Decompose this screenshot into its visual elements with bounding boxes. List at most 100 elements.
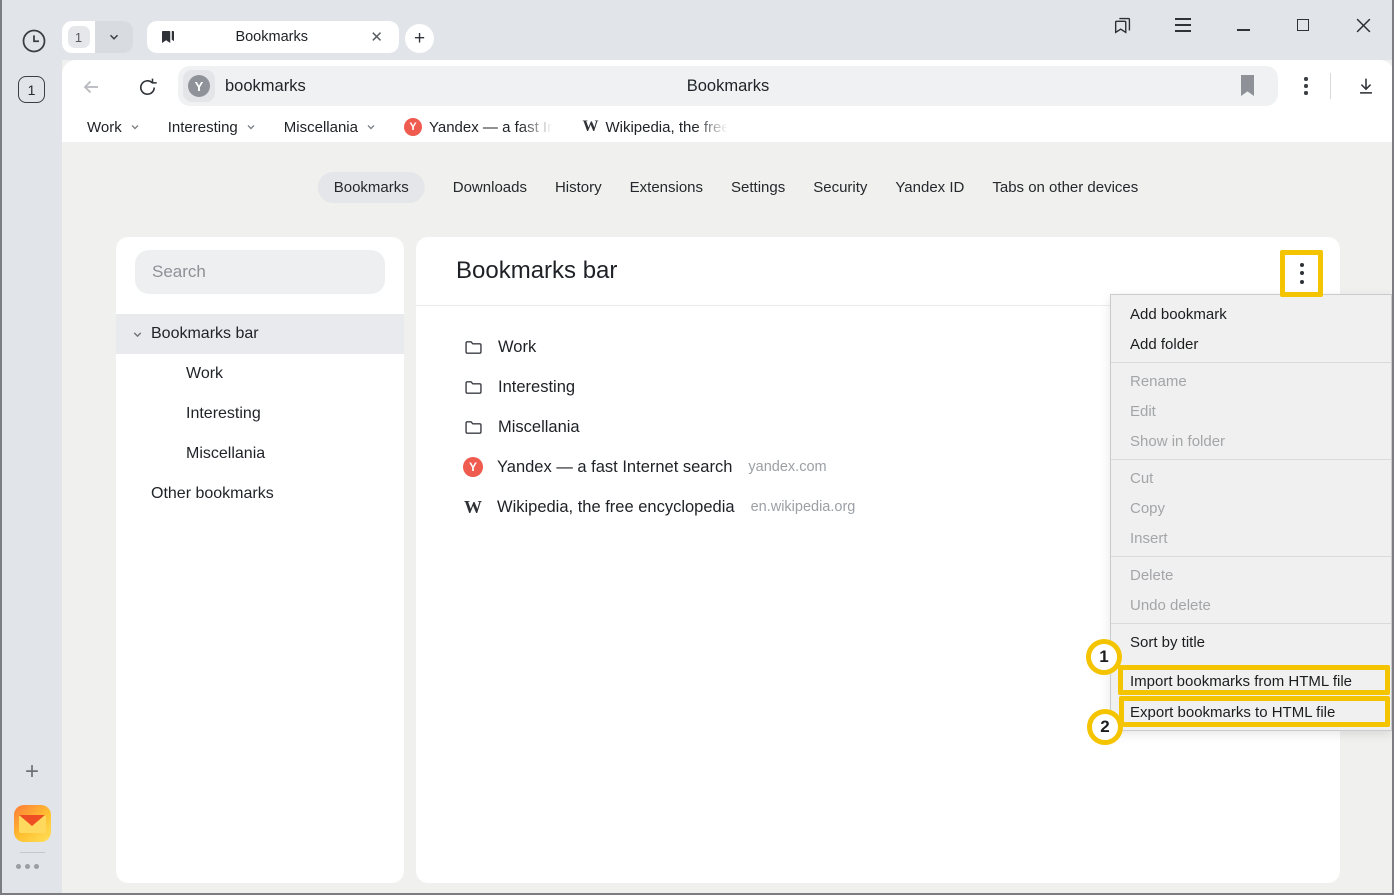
reload-icon[interactable]	[134, 74, 160, 100]
bookmark-label: Yandex — a fast Internet search	[497, 458, 732, 477]
favbar-folder-miscellania[interactable]: Miscellania	[284, 119, 377, 136]
tree-item-work[interactable]: Work	[116, 354, 404, 394]
favbar-label: Work	[87, 119, 122, 136]
tab-group-count: 1	[68, 26, 90, 48]
panel-kebab-icon[interactable]	[1288, 256, 1316, 290]
yandex-favicon: Y	[404, 118, 422, 136]
page-title: Bookmarks	[178, 77, 1278, 96]
site-icon: Y	[183, 70, 215, 102]
annotation-step-2: 2	[1087, 709, 1123, 745]
tab-yandex-id[interactable]: Yandex ID	[895, 179, 964, 196]
bookmark-flag-icon[interactable]	[1239, 75, 1256, 96]
rail-add-icon[interactable]: +	[19, 759, 45, 785]
rail-divider	[20, 852, 45, 853]
tab-history[interactable]: History	[555, 179, 602, 196]
tab-bookmarks[interactable]: Bookmarks	[318, 172, 425, 203]
menu-item-add-folder[interactable]: Add folder	[1111, 329, 1391, 359]
download-icon[interactable]	[1352, 72, 1380, 100]
address-bar[interactable]: Y bookmarks Bookmarks	[178, 66, 1278, 106]
side-rail: 1 +	[2, 60, 62, 893]
tab-settings[interactable]: Settings	[731, 179, 785, 196]
tree-item-other-bookmarks[interactable]: Other bookmarks	[116, 474, 404, 514]
tab-close-icon[interactable]: ✕	[366, 28, 387, 47]
menu-separator	[1111, 459, 1391, 460]
toolbar: Y bookmarks Bookmarks	[62, 60, 1394, 112]
menu-item-rename: Rename	[1111, 366, 1391, 396]
browser-tab-bookmarks[interactable]: Bookmarks ✕	[147, 21, 399, 53]
chevron-down-icon	[245, 121, 257, 133]
favbar-folder-interesting[interactable]: Interesting	[168, 119, 257, 136]
annotation-step-1: 1	[1086, 639, 1122, 675]
menu-item-add-bookmark[interactable]: Add bookmark	[1111, 299, 1391, 329]
bookmark-label: Work	[498, 338, 536, 357]
mail-app-icon[interactable]	[14, 805, 51, 842]
bookmark-icon	[159, 28, 177, 46]
minimize-button[interactable]	[1232, 14, 1254, 36]
menu-item-import-bookmarks[interactable]: Import bookmarks from HTML file	[1111, 666, 1391, 696]
context-menu: Add bookmark Add folder Rename Edit Show…	[1110, 294, 1392, 731]
chevron-down-icon[interactable]	[95, 21, 133, 53]
wikipedia-favicon: W	[463, 497, 483, 518]
bookmarks-panel-icon[interactable]	[1112, 14, 1134, 36]
address-bar-more-icon[interactable]	[1296, 73, 1316, 99]
url-text[interactable]: bookmarks	[225, 77, 306, 96]
favbar-bookmark-wikipedia[interactable]: W Wikipedia, the free	[582, 118, 729, 136]
tree-label: Miscellania	[186, 445, 265, 463]
menu-item-undo-delete: Undo delete	[1111, 590, 1391, 620]
titlebar: 1 Bookmarks ✕ +	[2, 0, 1392, 60]
tree-item-miscellania[interactable]: Miscellania	[116, 434, 404, 474]
tab-group-chip[interactable]: 1	[62, 21, 133, 53]
favbar-label: Yandex — a fast In	[429, 119, 555, 136]
chevron-down-icon	[129, 121, 141, 133]
favbar-label: Wikipedia, the free	[605, 119, 729, 136]
tabs-counter-badge[interactable]: 1	[18, 76, 45, 103]
list-item-bookmark-yandex[interactable]: Y Yandex — a fast Internet search yandex…	[463, 447, 855, 487]
favbar-folder-work[interactable]: Work	[87, 119, 141, 136]
tree-label: Interesting	[186, 405, 261, 423]
favbar-label: Interesting	[168, 119, 238, 136]
tree-label: Other bookmarks	[151, 485, 274, 503]
menu-separator	[1111, 556, 1391, 557]
menu-item-sort-by-title[interactable]: Sort by title	[1111, 627, 1391, 657]
menu-item-export-bookmarks[interactable]: Export bookmarks to HTML file	[1111, 697, 1391, 727]
tree-item-interesting[interactable]: Interesting	[116, 394, 404, 434]
rail-more-icon[interactable]	[16, 864, 39, 869]
chevron-down-icon[interactable]	[131, 328, 144, 341]
history-icon[interactable]	[20, 27, 48, 55]
folder-icon	[463, 377, 484, 398]
search-input[interactable]	[135, 250, 385, 294]
browser-window: 1 Bookmarks ✕ +	[0, 0, 1394, 895]
favbar-bookmark-yandex[interactable]: Y Yandex — a fast In	[404, 118, 555, 136]
tab-security[interactable]: Security	[813, 179, 867, 196]
window-controls	[1112, 12, 1374, 38]
bookmark-url: en.wikipedia.org	[751, 499, 856, 515]
folders-sidebar: Bookmarks bar Work Interesting Miscellan…	[116, 237, 404, 883]
wikipedia-favicon: W	[582, 118, 598, 136]
folder-icon	[463, 337, 484, 358]
bookmark-label: Wikipedia, the free encyclopedia	[497, 498, 735, 517]
folder-icon	[463, 417, 484, 438]
tab-extensions[interactable]: Extensions	[630, 179, 703, 196]
favorites-bar: Work Interesting Miscellania Y Yandex — …	[62, 112, 1394, 142]
tree-item-bookmarks-bar[interactable]: Bookmarks bar	[116, 314, 404, 354]
maximize-button[interactable]	[1292, 14, 1314, 36]
list-item-folder-miscellania[interactable]: Miscellania	[463, 407, 855, 447]
list-item-folder-interesting[interactable]: Interesting	[463, 367, 855, 407]
new-tab-button[interactable]: +	[405, 24, 434, 53]
tab-other-devices[interactable]: Tabs on other devices	[992, 179, 1138, 196]
tab-title: Bookmarks	[177, 29, 366, 45]
tab-downloads[interactable]: Downloads	[453, 179, 527, 196]
list-item-folder-work[interactable]: Work	[463, 327, 855, 367]
list-item-bookmark-wikipedia[interactable]: W Wikipedia, the free encyclopedia en.wi…	[463, 487, 855, 527]
menu-separator	[1111, 362, 1391, 363]
back-icon[interactable]	[78, 74, 104, 100]
bookmark-url: yandex.com	[748, 459, 826, 475]
manager-nav: Bookmarks Downloads History Extensions S…	[318, 172, 1139, 203]
close-button[interactable]	[1352, 14, 1374, 36]
menu-icon[interactable]	[1172, 14, 1194, 36]
folder-tree: Bookmarks bar Work Interesting Miscellan…	[116, 314, 404, 514]
menu-item-insert: Insert	[1111, 523, 1391, 553]
bookmark-label: Miscellania	[498, 418, 580, 437]
menu-item-delete: Delete	[1111, 560, 1391, 590]
bookmarks-list: Work Interesting Miscellania Y Yandex — …	[463, 327, 855, 527]
